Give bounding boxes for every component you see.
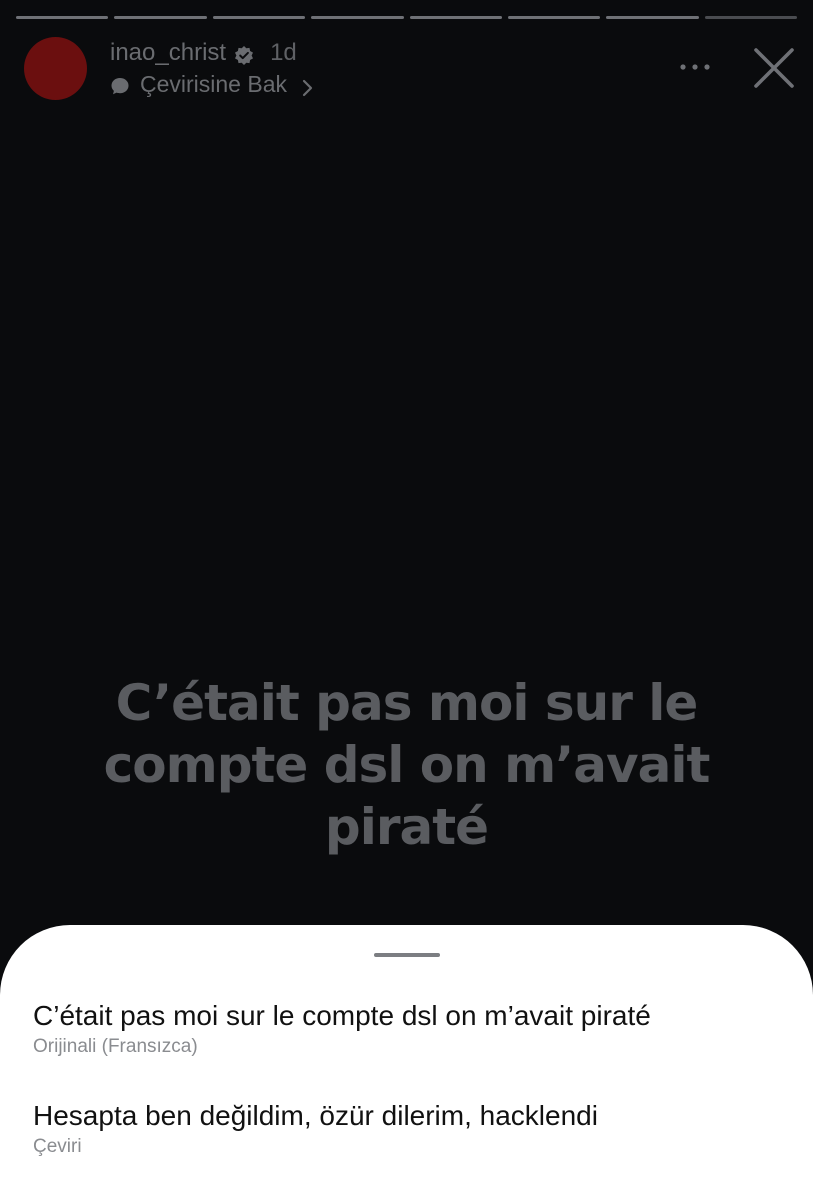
close-icon[interactable] bbox=[753, 47, 795, 89]
translated-text-item: Hesapta ben değildim, özür dilerim, hack… bbox=[33, 1099, 780, 1159]
translation-label: Çeviri bbox=[33, 1136, 82, 1157]
translation-sheet: C’était pas moi sur le compte dsl on m’a… bbox=[0, 925, 813, 1200]
sheet-drag-handle[interactable] bbox=[374, 953, 440, 957]
progress-segment bbox=[114, 16, 207, 19]
progress-segment bbox=[507, 16, 601, 19]
avatar[interactable] bbox=[24, 37, 87, 100]
see-translation-label: Çevirisine Bak bbox=[140, 71, 287, 97]
story-author-row: inao_christ 1d bbox=[110, 38, 297, 68]
story-screen: inao_christ 1d Çevirisine Bak C’était pa… bbox=[0, 0, 813, 1200]
story-caption: C’était pas moi sur le compte dsl on m’a… bbox=[103, 674, 711, 856]
original-text: C’était pas moi sur le compte dsl on m’a… bbox=[33, 1000, 651, 1031]
post-time: 1d bbox=[270, 39, 297, 66]
progress-segment bbox=[212, 16, 306, 19]
chevron-right-icon bbox=[301, 75, 315, 97]
progress-segment bbox=[16, 16, 109, 19]
see-translation-link[interactable]: Çevirisine Bak bbox=[110, 70, 315, 98]
original-language-label: Orijinali (Fransızca) bbox=[33, 1036, 198, 1057]
story-progress-bar bbox=[16, 16, 797, 19]
username[interactable]: inao_christ bbox=[110, 38, 226, 68]
more-options-icon[interactable] bbox=[677, 58, 713, 76]
speech-bubble-icon bbox=[110, 74, 130, 95]
translated-text: Hesapta ben değildim, özür dilerim, hack… bbox=[33, 1100, 598, 1131]
progress-segment bbox=[409, 16, 502, 19]
progress-segment bbox=[311, 16, 404, 19]
original-text-item: C’était pas moi sur le compte dsl on m’a… bbox=[33, 999, 780, 1059]
progress-segment bbox=[606, 16, 699, 19]
verified-badge-icon bbox=[234, 43, 254, 65]
progress-segment-current bbox=[704, 16, 797, 19]
